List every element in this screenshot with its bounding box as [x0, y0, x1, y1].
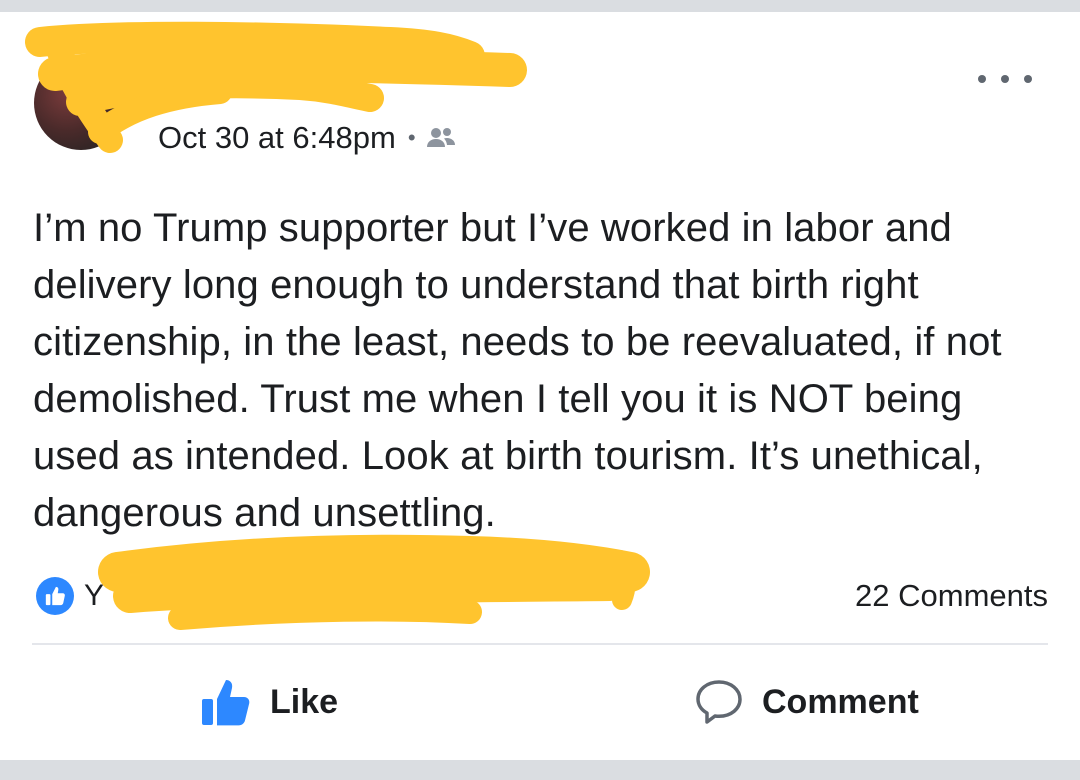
thumbs-up-icon [202, 680, 250, 726]
more-options-button[interactable] [978, 64, 1032, 94]
meta-separator: • [407, 125, 416, 150]
like-button[interactable]: Like [200, 672, 338, 732]
like-reaction-icon [36, 577, 74, 615]
comments-count[interactable]: 22 Comments [855, 578, 1048, 614]
actions-divider [32, 643, 1048, 645]
comment-button[interactable]: Comment [694, 672, 919, 732]
author-avatar[interactable] [34, 56, 128, 150]
more-horizontal-icon [978, 75, 986, 83]
more-dot [1024, 75, 1032, 83]
like-label: Like [270, 682, 339, 721]
reactions-summary[interactable]: Y [36, 577, 104, 615]
post-timestamp[interactable]: Oct 30 at 6:48pm [158, 120, 396, 156]
more-dot [1001, 75, 1009, 83]
post-card: Oct 30 at 6:48pm • I’m no Trump supporte… [0, 12, 1080, 760]
reaction-names: Y [84, 579, 105, 612]
friends-icon[interactable] [426, 126, 456, 150]
comment-label: Comment [762, 682, 919, 721]
comment-bubble-icon [696, 680, 742, 724]
post-body: I’m no Trump supporter but I’ve worked i… [33, 206, 1002, 535]
post-meta: Oct 30 at 6:48pm • [158, 120, 456, 156]
